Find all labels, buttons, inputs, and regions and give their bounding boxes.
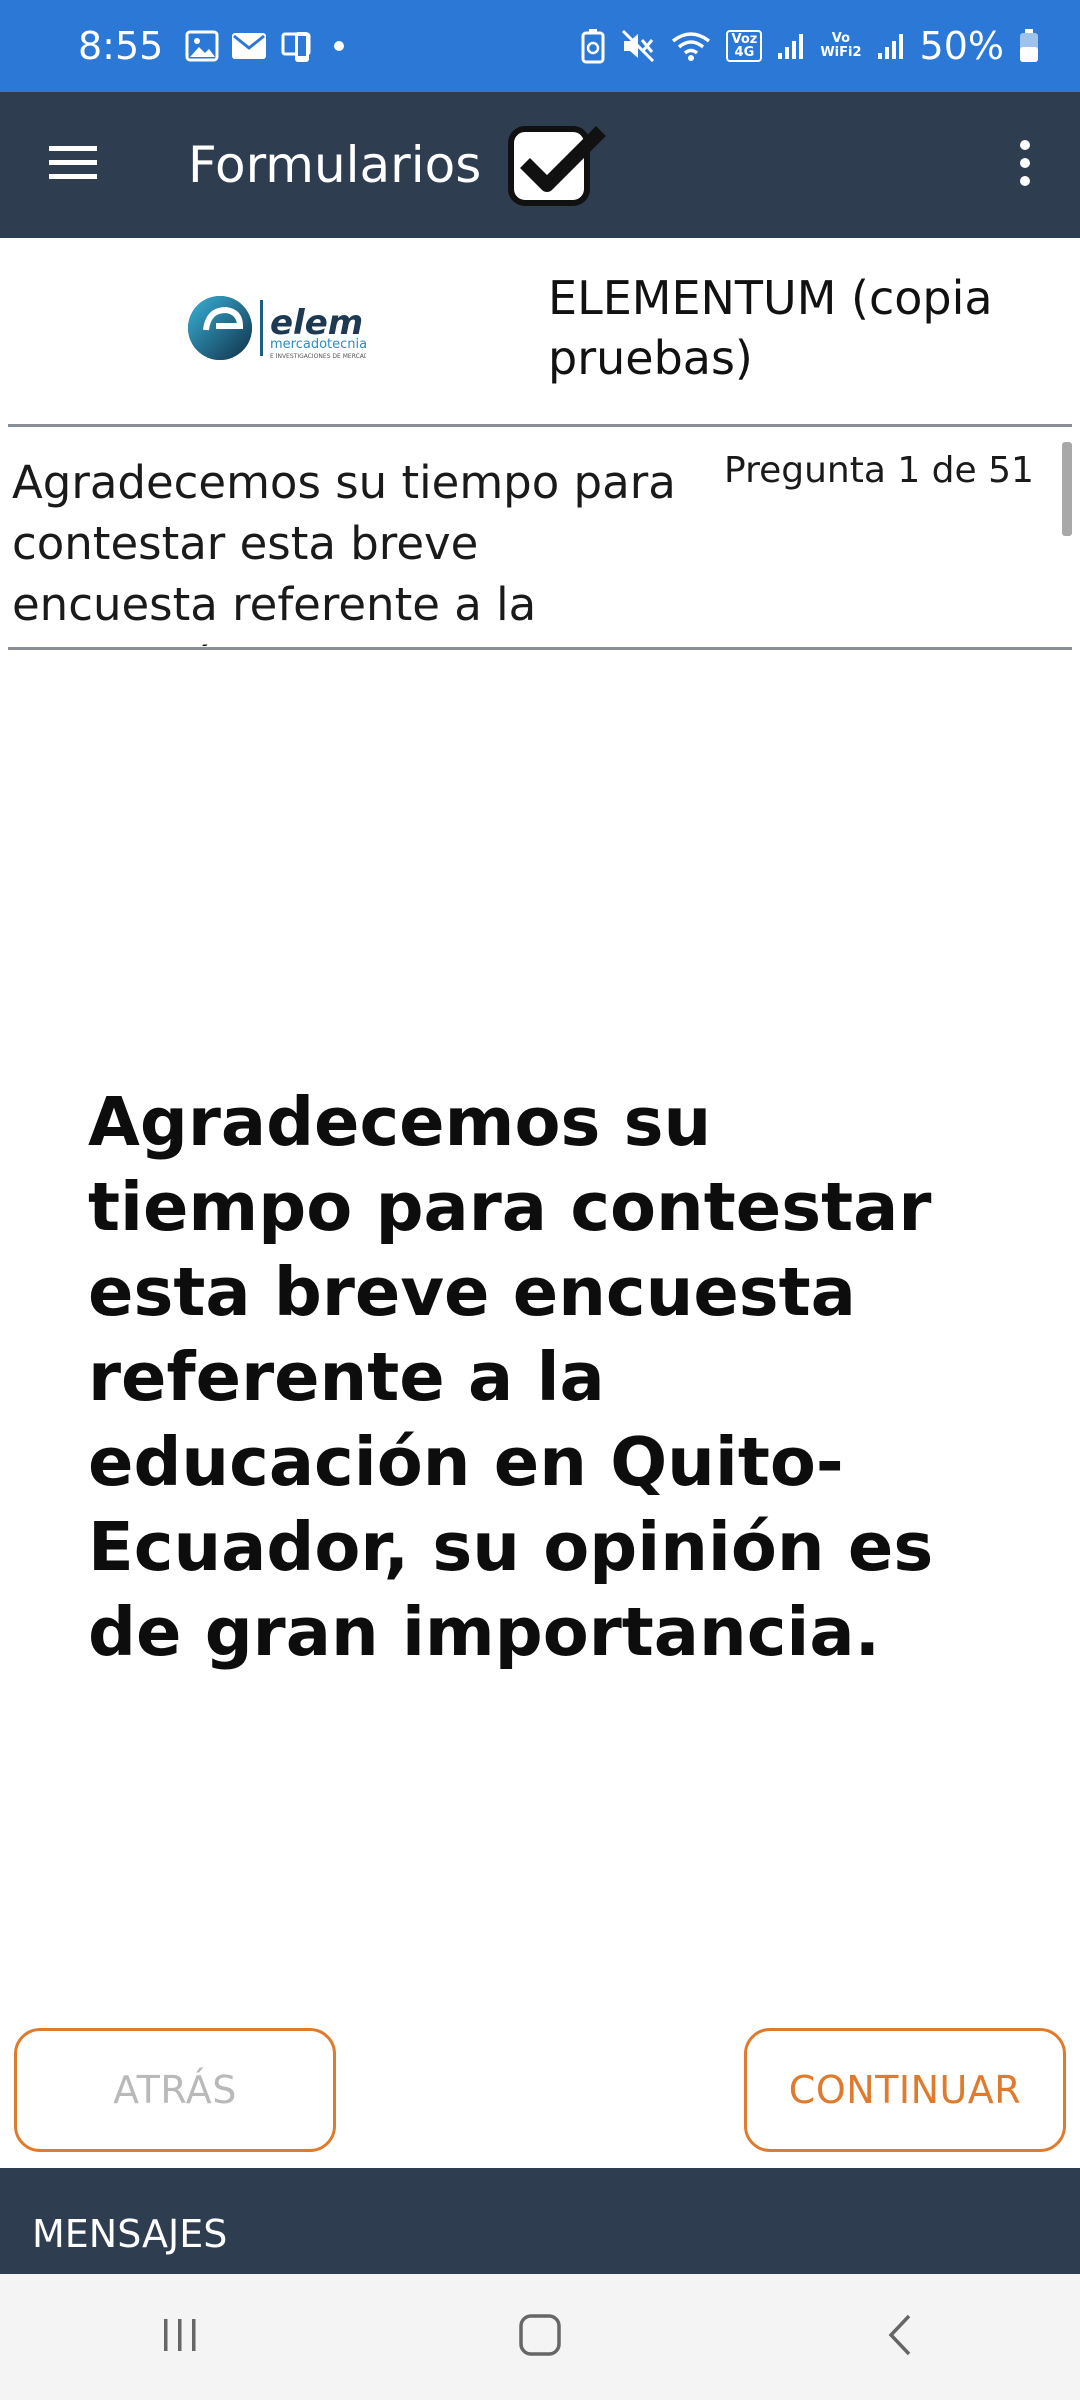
question-counter: Pregunta 1 de 51 bbox=[724, 450, 1034, 491]
volte-badge: Voz 4G bbox=[726, 30, 763, 62]
battery-saver-icon bbox=[580, 28, 606, 64]
svg-text:mercadotecnia: mercadotecnia bbox=[270, 337, 366, 352]
menu-button[interactable] bbox=[0, 92, 146, 238]
continue-button[interactable]: CONTINUAR bbox=[744, 2028, 1066, 2152]
status-time: 8:55 bbox=[78, 24, 164, 68]
dot-icon bbox=[331, 38, 347, 54]
company-logo: elem mercadotecnia E INVESTIGACIONES DE … bbox=[186, 288, 373, 368]
menu-icon bbox=[47, 143, 99, 188]
question-text: Agradecemos su tiempo para contestar est… bbox=[88, 1083, 934, 1671]
app-title: Formularios bbox=[188, 136, 482, 194]
app-bar: Formularios bbox=[0, 92, 1080, 238]
home-icon bbox=[518, 2313, 562, 2362]
form-header: elem mercadotecnia E INVESTIGACIONES DE … bbox=[0, 238, 1080, 424]
checkbox-check-icon bbox=[507, 123, 607, 207]
system-nav-bar bbox=[0, 2274, 1080, 2400]
scrollbar-thumb[interactable] bbox=[1062, 442, 1072, 536]
svg-text:E INVESTIGACIONES DE MERCADO: E INVESTIGACIONES DE MERCADO bbox=[270, 353, 366, 360]
gallery-icon bbox=[185, 29, 219, 63]
status-system-icons: Voz 4G Vo WiFi2 50% bbox=[580, 24, 1040, 68]
home-button[interactable] bbox=[470, 2287, 610, 2387]
messages-label: MENSAJES bbox=[32, 2212, 228, 2256]
back-nav-button[interactable] bbox=[830, 2287, 970, 2387]
question-preview: Agradecemos su tiempo para contestar est… bbox=[12, 456, 676, 646]
status-bar: 8:55 Voz 4G Vo WiFi2 50% bbox=[0, 0, 1080, 92]
question-bar[interactable]: Agradecemos su tiempo para contestar est… bbox=[0, 428, 1080, 646]
overflow-menu-icon bbox=[1018, 139, 1032, 192]
wifi-calling-badge: Vo WiFi2 bbox=[820, 31, 862, 60]
recent-apps-icon bbox=[160, 2315, 200, 2360]
mute-icon bbox=[620, 28, 656, 64]
battery-percent: 50% bbox=[919, 24, 1004, 68]
messages-panel[interactable]: MENSAJES bbox=[0, 2168, 1080, 2274]
mail-icon bbox=[231, 31, 267, 61]
phone-sync-icon bbox=[279, 28, 319, 64]
recent-apps-button[interactable] bbox=[110, 2287, 250, 2387]
battery-icon bbox=[1018, 28, 1040, 64]
question-divider bbox=[8, 647, 1072, 650]
back-icon bbox=[885, 2312, 915, 2363]
form-name: ELEMENTUM (copia pruebas) bbox=[548, 271, 993, 385]
back-button[interactable]: ATRÁS bbox=[14, 2028, 336, 2152]
header-divider bbox=[8, 424, 1072, 427]
signal-icon bbox=[776, 31, 806, 61]
signal-icon-2 bbox=[876, 31, 906, 61]
status-notification-icons bbox=[185, 28, 347, 64]
overflow-menu-button[interactable] bbox=[970, 92, 1080, 238]
wifi-icon bbox=[670, 29, 712, 63]
